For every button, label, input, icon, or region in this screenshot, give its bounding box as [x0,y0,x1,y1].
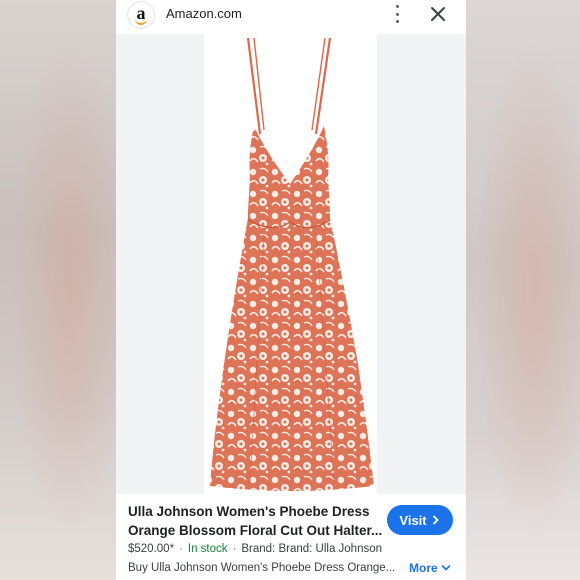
more-button[interactable]: More [409,561,451,575]
price: $520.00* [128,543,175,555]
product-image[interactable] [204,34,377,494]
product-info: Ulla Johnson Women's Phoebe Dress Orange… [116,494,466,580]
chevron-down-icon [441,565,450,571]
close-icon[interactable] [428,4,448,24]
dress-illustration [210,37,374,491]
product-meta: $520.00* · In stock · Brand: Brand: Ulla Joh… [128,543,383,555]
product-description: Buy Ulla Johnson Women's Phoebe Dress Or… [128,562,396,574]
site-name[interactable]: Amazon.com [166,6,242,21]
product-image-area[interactable] [116,34,466,494]
card-header: a Amazon.com [116,0,466,34]
chevron-right-icon [432,515,439,525]
more-options-icon[interactable] [392,5,402,23]
product-title-line-2[interactable]: Orange Blossom Floral Cut Out Halter... [128,521,386,540]
stock-status: In stock [187,543,228,555]
blurred-background-right [464,0,580,580]
amazon-logo-icon: a [128,2,154,28]
blurred-background-left [0,0,116,580]
more-label: More [409,561,438,575]
product-title-line-1[interactable]: Ulla Johnson Women's Phoebe Dress [128,502,386,521]
brand: Brand: Brand: Ulla Johnson [241,543,383,555]
visit-button-label: Visit [399,512,427,528]
product-title[interactable]: Ulla Johnson Women's Phoebe Dress Orange… [128,502,386,540]
visit-button[interactable]: Visit [387,505,453,535]
product-result-card: a Amazon.com Ulla Johnson Women's Phoebe… [116,0,466,580]
